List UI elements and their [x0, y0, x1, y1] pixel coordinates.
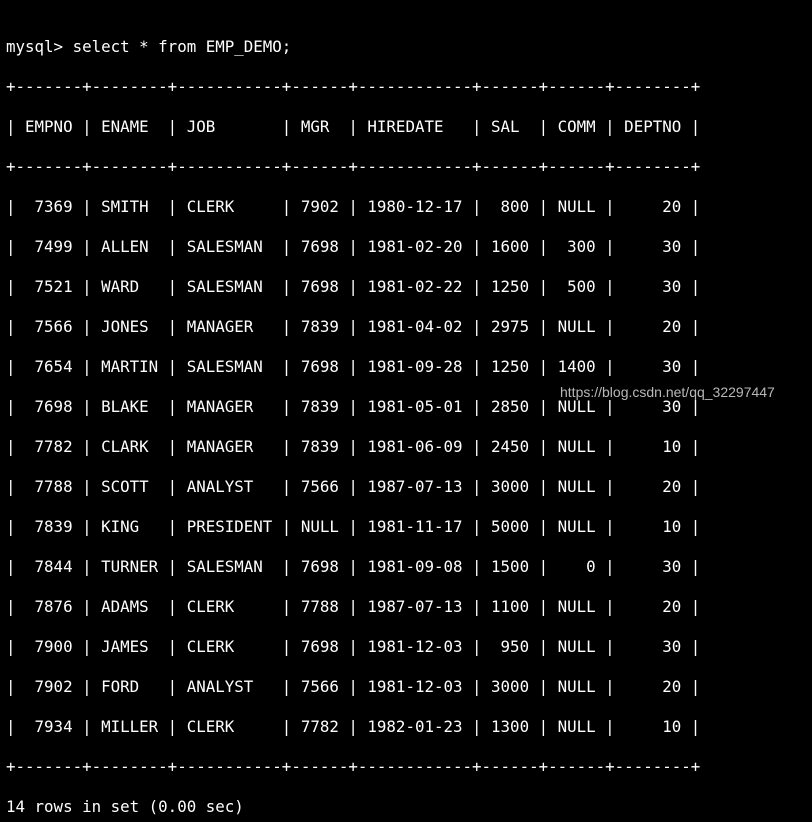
table-row: | 7934 | MILLER | CLERK | 7782 | 1982-01…	[6, 717, 701, 736]
table-row: | 7788 | SCOTT | ANALYST | 7566 | 1987-0…	[6, 477, 701, 496]
terminal-output[interactable]: mysql> select * from EMP_DEMO; +-------+…	[6, 17, 700, 822]
rows-in-set-status: 14 rows in set (0.00 sec)	[6, 797, 244, 816]
table-row: | 7499 | ALLEN | SALESMAN | 7698 | 1981-…	[6, 237, 701, 256]
table-row: | 7566 | JONES | MANAGER | 7839 | 1981-0…	[6, 317, 701, 336]
table-top-border: +-------+--------+-----------+------+---…	[6, 77, 701, 96]
table-row: | 7521 | WARD | SALESMAN | 7698 | 1981-0…	[6, 277, 701, 296]
table-row: | 7839 | KING | PRESIDENT | NULL | 1981-…	[6, 517, 701, 536]
table-row: | 7654 | MARTIN | SALESMAN | 7698 | 1981…	[6, 357, 701, 376]
table-row: | 7900 | JAMES | CLERK | 7698 | 1981-12-…	[6, 637, 701, 656]
table-row: | 7876 | ADAMS | CLERK | 7788 | 1987-07-…	[6, 597, 701, 616]
table-bottom-border: +-------+--------+-----------+------+---…	[6, 757, 701, 776]
csdn-watermark: https://blog.csdn.net/qq_32297447	[560, 384, 775, 400]
table-row: | 7369 | SMITH | CLERK | 7902 | 1980-12-…	[6, 197, 701, 216]
mysql-prompt-line: mysql> select * from EMP_DEMO;	[6, 37, 292, 56]
table-row: | 7844 | TURNER | SALESMAN | 7698 | 1981…	[6, 557, 701, 576]
table-header-row: | EMPNO | ENAME | JOB | MGR | HIREDATE |…	[6, 117, 701, 136]
table-row: | 7902 | FORD | ANALYST | 7566 | 1981-12…	[6, 677, 701, 696]
table-header-border: +-------+--------+-----------+------+---…	[6, 157, 701, 176]
table-row: | 7782 | CLARK | MANAGER | 7839 | 1981-0…	[6, 437, 701, 456]
